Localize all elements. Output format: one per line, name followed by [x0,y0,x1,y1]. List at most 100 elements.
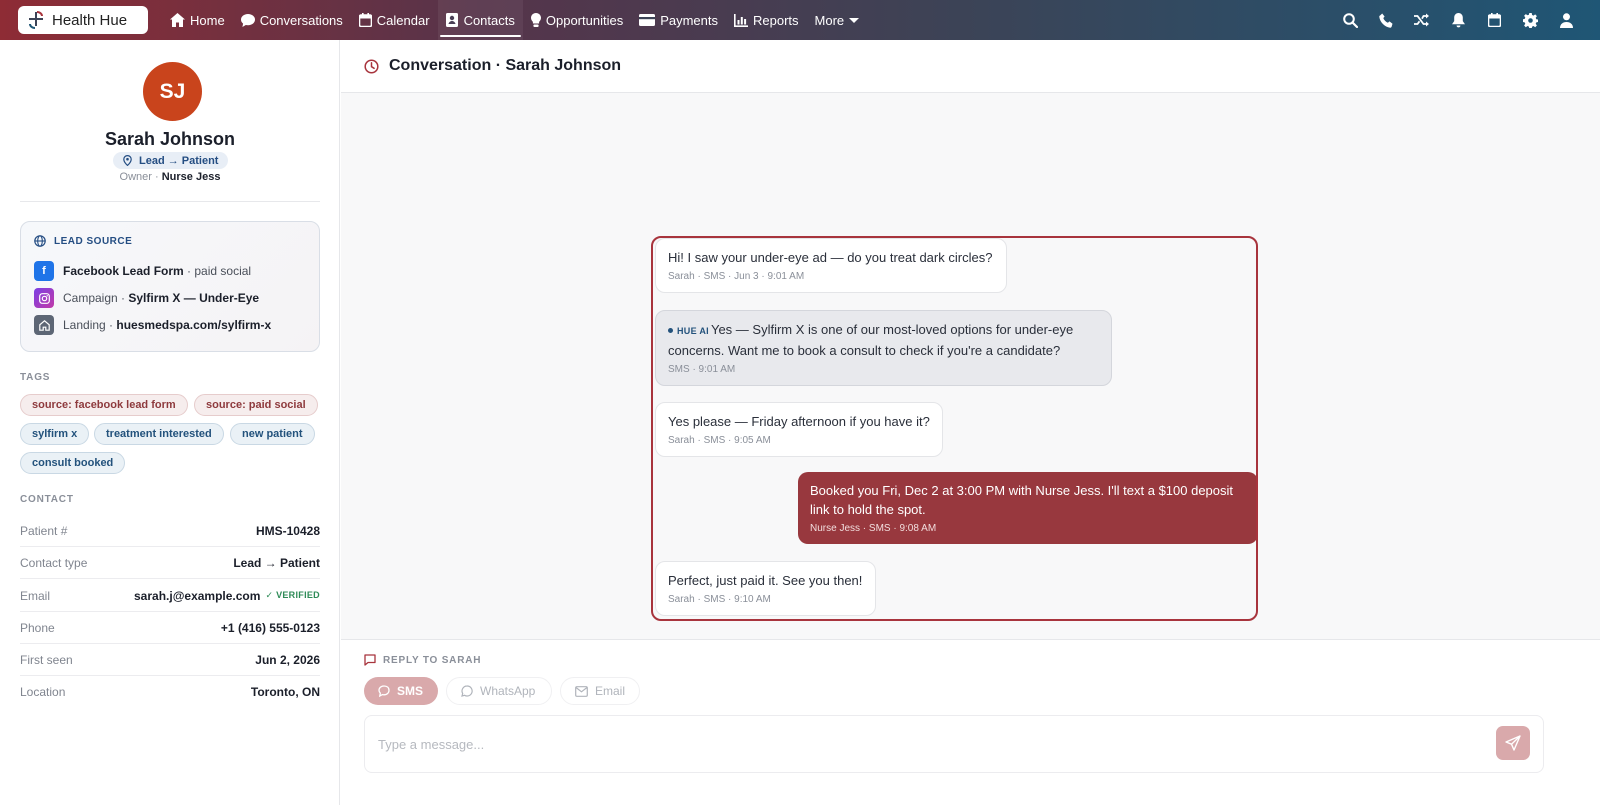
contact-row-contact-type: Contact type Lead → Patient [20,547,320,579]
nav-item-opportunities[interactable]: Opportunities [523,0,631,40]
tag[interactable]: consult booked [20,452,126,474]
contact-row-email: Email sarah.j@example.com ✓ VERIFIED [20,580,320,612]
nav-item-reports[interactable]: Reports [726,0,807,40]
email-value[interactable]: sarah.j@example.com [134,589,260,603]
brand-name: Health Hue [52,11,128,29]
chevron-down-icon [849,17,860,23]
send-icon [1505,735,1521,751]
profile-button[interactable] [1548,0,1584,40]
contact-key: Email [20,588,51,603]
landing-page-icon [34,315,54,335]
facebook-icon: f [34,261,54,281]
home-icon [170,13,185,27]
lead-source-card: LEAD SOURCE f Facebook Lead Form · paid … [20,221,320,352]
shuffle-button[interactable] [1404,0,1440,40]
settings-button[interactable] [1512,0,1548,40]
landing-url[interactable]: huesmedspa.com/sylfirm-x [116,318,271,332]
conversation-title: Conversation · Sarah Johnson [389,57,622,74]
owner-label: Owner · [119,171,159,183]
avatar: SJ [143,62,202,121]
calendar-button[interactable] [1476,0,1512,40]
chat-icon [240,13,255,27]
conversation-header: Conversation · Sarah Johnson [341,40,1600,93]
lead-source-campaign-row: Campaign · Sylfirm X — Under-Eye [34,288,259,308]
contact-value[interactable]: +1 (416) 555-0123 [221,621,320,635]
lead-source-form-row: f Facebook Lead Form · paid social [34,261,251,281]
message-input[interactable] [364,715,1544,773]
contact-row-phone: Phone +1 (416) 555-0123 [20,612,320,644]
contact-row-patient-number: Patient # HMS-10428 [20,515,320,547]
message-meta: Nurse Jess · SMS · 9:08 AM [810,523,937,534]
reply-label: REPLY TO SARAH [364,654,481,666]
campaign-label: Campaign · [63,291,126,305]
instagram-icon [34,288,54,308]
notifications-button[interactable] [1440,0,1476,40]
send-button[interactable] [1496,726,1530,760]
chart-icon [734,13,749,27]
calendar-icon [358,13,372,27]
message-square-icon [364,654,376,666]
status-badge: Lead → Patient [113,152,229,169]
message-thread: Hi! I saw your under-eye ad — do you tre… [651,236,1258,621]
tag[interactable]: new patient [230,423,315,445]
nav-label: Calendar [376,12,430,28]
clock-icon [364,58,379,74]
gear-icon [1522,12,1538,28]
bell-icon [1451,12,1465,27]
conversation-panel: Conversation · Sarah Johnson Hi! I saw y… [341,40,1600,805]
tag[interactable]: source: facebook lead form [20,394,188,416]
reply-label-text: REPLY TO SARAH [383,654,482,666]
message-meta: Sarah · SMS · 9:05 AM [668,435,771,446]
user-icon [1559,12,1573,28]
nav-item-calendar[interactable]: Calendar [351,0,438,40]
message-text-wrap: HUE AI Yes — Sylfirm X is one of our most… [668,320,1099,360]
contact-value: Lead → Patient [233,555,320,570]
location-pin-icon [123,155,132,166]
brand-logo[interactable]: Health Hue [18,6,148,34]
contact-value-wrap: sarah.j@example.com ✓ VERIFIED [134,589,320,603]
shuffle-icon [1414,13,1429,27]
contact-value: Toronto, ON [250,685,320,699]
card-icon [639,14,656,26]
lead-form-name: Facebook Lead Form [63,264,184,278]
contact-key: Phone [20,620,55,635]
globe-icon [34,235,46,247]
contact-value: HMS-10428 [255,523,320,538]
campaign-name: Sylfirm X — Under-Eye [128,291,260,305]
top-right-icons [1332,0,1584,40]
phone-button[interactable] [1368,0,1404,40]
nav-item-conversations[interactable]: Conversations [233,0,351,40]
channel-tab-whatsapp[interactable]: WhatsApp [446,677,552,705]
nav-item-more[interactable]: More [807,0,868,40]
nav-item-contacts[interactable]: Contacts [437,0,523,40]
lead-source-landing-row: Landing · huesmedspa.com/sylfirm-x [34,315,271,335]
ai-dot-icon [668,328,673,334]
message-meta: SMS · 9:01 AM [668,364,736,375]
channel-tab-email[interactable]: Email [560,677,640,705]
nav-item-payments[interactable]: Payments [631,0,726,40]
nav-label: Contacts [463,12,515,28]
contact-section-title: CONTACT [20,494,74,505]
message-text: Hi! I saw your under-eye ad — do you tre… [668,250,993,265]
nav-item-home[interactable]: Home [162,0,233,40]
mail-icon [575,685,588,697]
tag[interactable]: sylfirm x [20,423,90,445]
message-text: Yes please — Friday afternoon if you hav… [668,414,930,429]
message-bubble-outgoing: Booked you Fri, Dec 2 at 3:00 PM with Nu… [798,472,1256,544]
lightbulb-icon [530,13,541,27]
ai-badge: HUE AI [677,326,709,336]
status-label: Lead → Patient [139,154,219,167]
message-text: Yes — Sylfirm X is one of our most-loved… [668,322,1074,358]
message-meta: Sarah · SMS · Jun 3 · 9:01 AM [668,271,805,282]
contact-row-first-seen: First seen Jun 2, 2026 [20,644,320,676]
tag[interactable]: treatment interested [94,423,224,445]
top-navigation-bar: Health Hue Home Conversations Calendar C… [0,0,1600,40]
contact-key: Contact type [20,555,88,570]
nav-label: Opportunities [545,12,624,28]
search-button[interactable] [1332,0,1368,40]
calendar-icon [1487,13,1501,27]
message-bubble-incoming: Yes please — Friday afternoon if you hav… [655,402,943,457]
contact-row-location: Location Toronto, ON [20,676,320,708]
channel-tab-sms[interactable]: SMS [364,677,438,705]
tag[interactable]: source: paid social [194,394,318,416]
